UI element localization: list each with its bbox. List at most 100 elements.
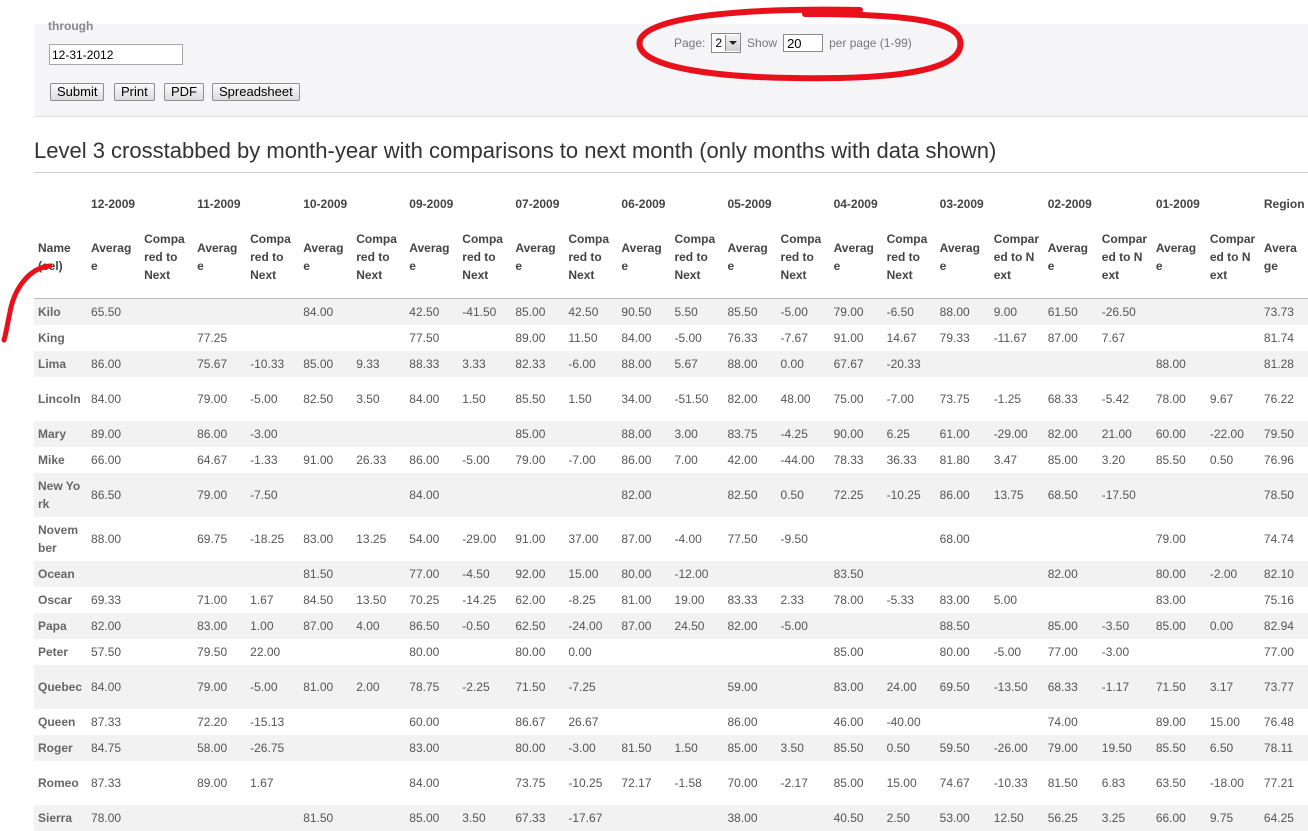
average-cell: 78.00 [833, 593, 864, 607]
average-cell: 81.50 [303, 811, 334, 825]
average-cell: 59.00 [727, 680, 758, 694]
region-header[interactable]: Region [1260, 192, 1308, 216]
compared-cell: 2.33 [780, 593, 804, 607]
compared-cell: -40.00 [886, 715, 921, 729]
region-average-subheader: Average [1259, 216, 1308, 299]
page-select[interactable]: 2 [711, 33, 742, 53]
month-header[interactable]: 11-2009 [193, 192, 299, 216]
average-cell: 85.50 [727, 305, 758, 319]
compared-cell: 14.67 [886, 331, 917, 345]
month-header[interactable]: 04-2009 [830, 192, 936, 216]
compared-cell [458, 709, 511, 735]
average-cell: 79.50 [197, 645, 228, 659]
average-cell: 62.50 [515, 619, 546, 633]
compared-cell [1098, 587, 1152, 613]
average-cell: 88.00 [621, 357, 652, 371]
average-cell: 67.33 [515, 811, 546, 825]
compared-cell: 5.50 [674, 305, 698, 319]
compared-cell [990, 613, 1044, 639]
average-cell: 76.33 [727, 331, 758, 345]
month-header[interactable]: 03-2009 [936, 192, 1044, 216]
compared-subheader: Compared to Next [1097, 216, 1152, 299]
average-cell: 69.33 [91, 593, 122, 607]
compared-cell [140, 351, 193, 377]
table-row: Sierra 78.00 81.50 85.00 3.50 67.33 -17.67 38.0… [34, 805, 1308, 831]
average-cell: 83.00 [1155, 593, 1186, 607]
compared-cell: -7.50 [250, 488, 278, 502]
compared-cell: 0.50 [780, 488, 804, 502]
compared-cell: 9.75 [1209, 811, 1234, 825]
table-row: Oscar 69.33 71.00 1.67 84.50 13.50 70.25 -14.25… [34, 587, 1308, 613]
month-header[interactable]: 01-2009 [1152, 192, 1260, 216]
average-cell: 78.00 [91, 811, 122, 825]
month-header[interactable]: 06-2009 [617, 192, 723, 216]
row-name-cell: Mary [38, 427, 67, 441]
pdf-button[interactable]: PDF [164, 83, 204, 101]
compared-cell: -26.75 [250, 741, 285, 755]
average-cell: 86.50 [409, 619, 440, 633]
compared-cell: 24.00 [886, 680, 917, 694]
compared-cell: -5.00 [250, 392, 278, 406]
compared-subheader: Compared to Next [140, 216, 194, 299]
compared-cell: 13.25 [356, 532, 387, 546]
month-header[interactable]: 12-2009 [87, 192, 193, 216]
compared-cell: -9.50 [780, 532, 808, 546]
compared-cell: -5.00 [780, 619, 808, 633]
average-cell [936, 561, 990, 587]
average-cell: 85.00 [833, 645, 864, 659]
region-average-cell: 73.77 [1263, 680, 1294, 694]
average-subheader: Average [405, 216, 459, 299]
month-header[interactable]: 02-2009 [1044, 192, 1152, 216]
month-header[interactable]: 10-2009 [299, 192, 405, 216]
compared-cell: -0.50 [462, 619, 490, 633]
compared-cell: 12.50 [993, 811, 1024, 825]
name-column-header[interactable]: Name (sel) [34, 216, 88, 299]
average-cell: 81.50 [303, 567, 334, 581]
average-cell: 57.50 [91, 645, 122, 659]
compared-cell: -12.00 [674, 567, 709, 581]
average-cell [299, 761, 352, 805]
compared-cell: 5.00 [993, 593, 1018, 607]
average-cell: 54.00 [409, 532, 440, 546]
compared-cell [140, 299, 193, 326]
month-header[interactable]: 07-2009 [511, 192, 617, 216]
average-cell [1044, 351, 1098, 377]
submit-button[interactable]: Submit [50, 83, 105, 101]
compared-cell: -5.00 [462, 453, 490, 467]
region-average-cell: 79.50 [1263, 427, 1294, 441]
print-button[interactable]: Print [114, 83, 155, 101]
month-header[interactable]: 05-2009 [724, 192, 830, 216]
compared-cell: 15.00 [1209, 715, 1240, 729]
average-cell: 83.33 [727, 593, 758, 607]
average-cell: 34.00 [621, 392, 652, 406]
compared-cell: -5.00 [993, 645, 1022, 659]
compared-cell: -6.00 [568, 357, 596, 371]
average-cell [405, 421, 458, 447]
compared-cell: 2.50 [886, 811, 910, 825]
average-cell: 80.00 [1155, 567, 1186, 581]
compared-cell: 1.67 [250, 776, 274, 790]
chevron-down-icon[interactable] [725, 35, 741, 51]
compared-cell: -8.25 [568, 593, 596, 607]
average-cell: 78.00 [1155, 392, 1186, 406]
per-page-input[interactable] [783, 34, 824, 52]
spreadsheet-button[interactable]: Spreadsheet [212, 83, 300, 101]
row-name-cell: Peter [38, 645, 69, 659]
average-cell [1044, 517, 1098, 561]
average-cell [299, 735, 352, 761]
average-cell: 86.00 [727, 715, 758, 729]
compared-cell [564, 473, 617, 517]
compared-cell: 7.00 [674, 453, 698, 467]
average-cell: 86.00 [91, 357, 122, 371]
average-subheader: Average [1151, 216, 1206, 299]
average-cell: 58.00 [197, 741, 228, 755]
row-name-cell: Romeo [38, 776, 79, 790]
table-row: Romeo 87.33 89.00 1.67 84.00 73.75 -10.25 72.17… [34, 761, 1308, 805]
compared-cell: 6.50 [1209, 741, 1234, 755]
month-header[interactable]: 09-2009 [405, 192, 511, 216]
compared-cell: 3.47 [993, 453, 1018, 467]
region-average-cell: 75.16 [1263, 593, 1294, 607]
average-cell: 77.00 [1047, 645, 1078, 659]
through-date-input[interactable] [49, 44, 183, 65]
region-average-cell: 77.21 [1263, 776, 1294, 790]
